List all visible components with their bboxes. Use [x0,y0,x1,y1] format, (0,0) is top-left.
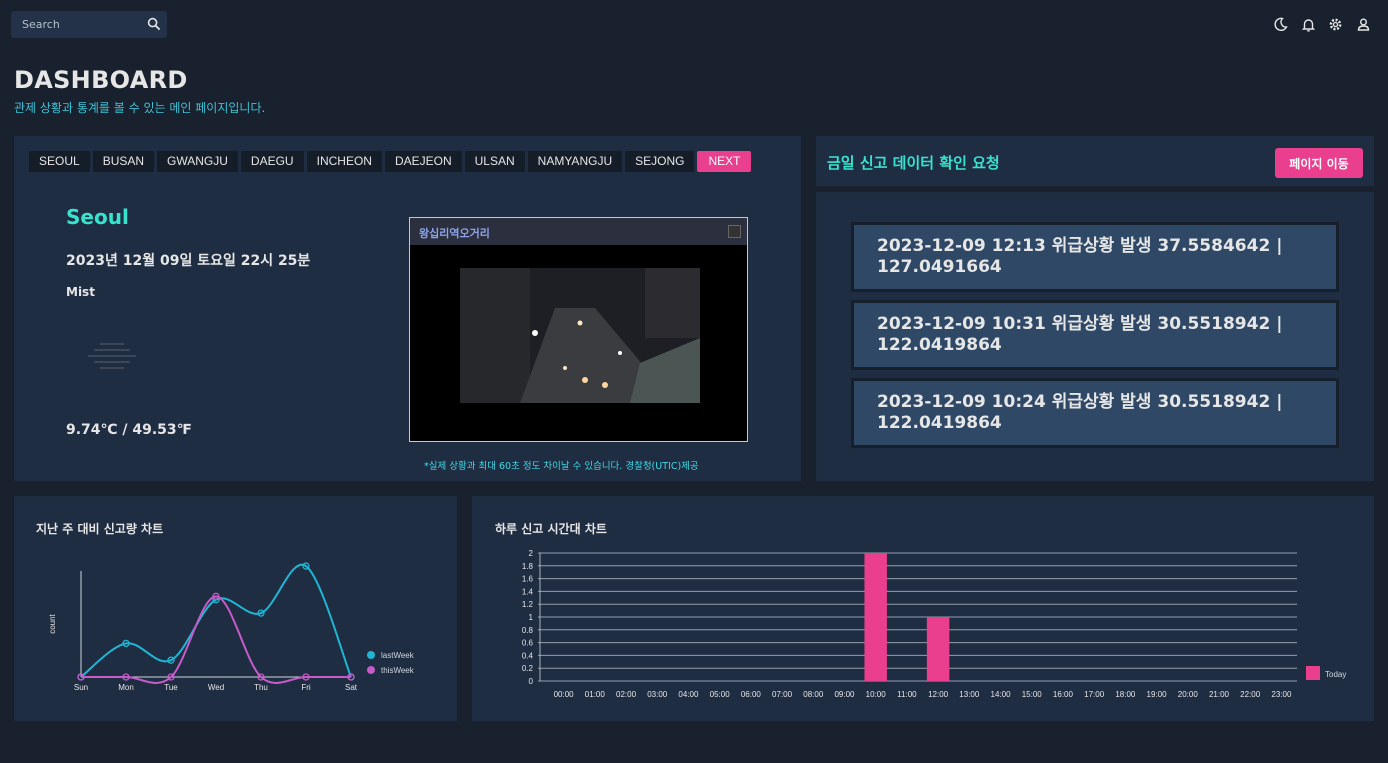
x-tick-label: Tue [164,683,178,692]
bar-12:00 [926,617,950,681]
requests-title: 금일 신고 데이터 확인 요청 [827,154,1000,172]
legend-marker-lastWeek [367,651,375,659]
x-tick-label: 14:00 [991,690,1012,699]
x-tick-label: Sun [74,683,88,692]
x-tick-label: 21:00 [1209,690,1230,699]
city-tabs: SEOUL BUSAN GWANGJU DAEGU INCHEON DAEJEO… [29,151,752,172]
y-axis-label: count [48,613,57,633]
x-tick-label: 05:00 [710,690,731,699]
tab-busan[interactable]: BUSAN [92,151,155,172]
weather-city: Seoul [66,205,129,229]
tab-incheon[interactable]: INCHEON [306,151,382,172]
legend-label-lastWeek: lastWeek [381,651,415,660]
close-icon[interactable] [728,225,741,238]
cctv-video-feed [460,268,700,403]
search-box [11,11,167,38]
cctv-viewer: 왕십리역오거리 [409,217,748,442]
y-tick-label: 0.8 [522,626,534,635]
x-tick-label: Thu [254,683,268,692]
page-subtitle: 관제 상황과 통계를 볼 수 있는 메인 페이지입니다. [14,101,266,115]
x-tick-label: 19:00 [1147,690,1168,699]
tab-daegu[interactable]: DAEGU [240,151,304,172]
x-tick-label: 09:00 [834,690,855,699]
tab-sejong[interactable]: SEJONG [625,151,695,172]
x-tick-label: 16:00 [1053,690,1074,699]
y-tick-label: 1 [529,613,534,622]
x-tick-label: 00:00 [554,690,575,699]
report-coordinates: 122.0419864 [877,413,1002,433]
report-item[interactable]: 2023-12-09 10:24 위급상황 발생 30.5518942 | 12… [851,378,1339,448]
weather-temperature: 9.74℃ / 49.53℉ [66,422,192,438]
report-line: 2023-12-09 10:31 위급상황 발생 30.5518942 | [877,314,1283,334]
x-tick-label: 03:00 [647,690,668,699]
x-tick-label: Sat [345,683,358,692]
y-tick-label: 0.4 [522,651,534,660]
x-tick-label: 04:00 [678,690,699,699]
y-tick-label: 0.2 [522,664,534,673]
report-item[interactable]: 2023-12-09 12:13 위급상황 발생 37.5584642 | 12… [851,222,1339,292]
weather-datetime: 2023년 12월 09일 토요일 22시 25분 [66,253,311,269]
y-tick-label: 1.8 [522,562,534,571]
x-tick-label: 10:00 [866,690,887,699]
tab-gwangju[interactable]: GWANGJU [157,151,238,172]
cctv-header: 왕십리역오거리 [410,218,747,245]
report-item[interactable]: 2023-12-09 10:31 위급상황 발생 30.5518942 | 12… [851,300,1339,370]
x-tick-label: Mon [118,683,134,692]
x-tick-label: 20:00 [1178,690,1199,699]
x-tick-label: 08:00 [803,690,824,699]
moon-icon[interactable] [1273,17,1288,32]
y-tick-label: 0.6 [522,639,534,648]
y-tick-label: 1.4 [522,587,534,596]
x-tick-label: 15:00 [1022,690,1043,699]
x-tick-label: Wed [208,683,224,692]
legend-marker-thisWeek [367,666,375,674]
series-line-lastWeek [80,563,352,678]
gear-icon[interactable] [1328,17,1343,32]
user-icon[interactable] [1356,17,1371,32]
y-tick-label: 1.2 [522,600,534,609]
y-tick-label: 2 [529,549,534,558]
next-button[interactable]: NEXT [697,151,752,172]
x-tick-label: 23:00 [1271,690,1292,699]
series-line-thisWeek [80,595,351,684]
x-tick-label: 07:00 [772,690,793,699]
cctv-title: 왕십리역오거리 [419,227,490,240]
legend-label-Today: Today [1325,670,1346,679]
x-tick-label: 22:00 [1240,690,1261,699]
search-icon[interactable] [147,17,161,31]
weekly-chart: count Sun Mon Tue Wed Thu Fri Sat lastWeek thisWe… [48,562,415,692]
report-line: 2023-12-09 10:24 위급상황 발생 30.5518942 | [877,392,1283,412]
tab-namyangju[interactable]: NAMYANGJU [527,151,623,172]
mist-icon [88,343,136,369]
x-tick-label: 18:00 [1115,690,1136,699]
x-tick-label: 11:00 [897,690,917,699]
x-tick-label: 13:00 [959,690,980,699]
tab-daejeon[interactable]: DAEJEON [384,151,462,172]
legend-marker-Today [1306,666,1320,680]
bar-10:00 [864,553,887,681]
page-title: DASHBOARD [14,66,188,94]
report-coordinates: 122.0419864 [877,335,1002,355]
weather-condition: Mist [66,285,95,299]
x-tick-label: 17:00 [1084,690,1105,699]
x-tick-label: Fri [301,683,311,692]
cctv-disclaimer: *실제 상황과 최대 60초 정도 차이날 수 있습니다. 경찰청(UTIC)제… [424,461,699,472]
legend-label-thisWeek: thisWeek [381,666,415,675]
top-bar [0,0,1388,50]
report-line: 2023-12-09 12:13 위급상황 발생 37.5584642 | [877,236,1283,256]
hourly-chart: 0 0.2 0.4 0.6 0.8 1 1.2 1.4 1.6 1.8 2 00:00 01:00 02:… [522,549,1346,699]
report-coordinates: 127.0491664 [877,257,1002,277]
x-tick-label: 02:00 [616,690,637,699]
x-tick-label: 12:00 [928,690,949,699]
bell-icon[interactable] [1301,17,1316,32]
x-tick-label: 06:00 [741,690,762,699]
go-to-page-button[interactable]: 페이지 이동 [1275,148,1363,178]
y-tick-label: 0 [529,677,534,686]
tab-seoul[interactable]: SEOUL [29,151,90,172]
y-tick-label: 1.6 [522,575,534,584]
tab-ulsan[interactable]: ULSAN [464,151,525,172]
search-input[interactable] [11,11,141,38]
x-tick-label: 01:00 [585,690,606,699]
